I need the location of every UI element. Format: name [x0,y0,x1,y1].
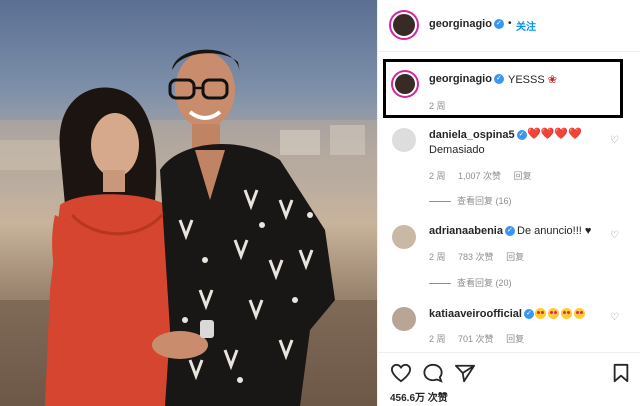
comment-avatar[interactable] [392,225,416,249]
photo-illustration [0,49,377,406]
comment-username[interactable]: adrianaabenia ✓ [429,225,515,237]
comment-meta: 2 周 783 次赞 回复 [429,250,534,263]
author-username-text[interactable]: georginagio [429,18,492,30]
comment-avatar[interactable] [392,307,416,331]
instagram-post-view: georginagio ✓ • 关注 georginagio ✓ YESSS ❀ 2… [0,0,640,406]
comment-like-heart-icon[interactable]: ♡ [610,135,619,146]
heart-eyes-emoji-icon [535,307,546,319]
comment-username-text[interactable]: adrianaabenia [429,225,503,237]
comment-username-text[interactable]: daniela_ospina5 [429,129,515,141]
comment-username[interactable]: daniela_ospina5 ✓ [429,129,527,141]
comment-text: Demasiado [429,144,485,156]
verified-icon: ✓ [516,130,527,141]
comment-reply-button[interactable]: 回复 [514,171,532,181]
comment-inline-emoji: ❤️❤️❤️❤️ [527,127,582,140]
comment-username[interactable]: katiaaveiroofficial ✓ [429,308,534,320]
comment-text: De anuncio!!! ♥ [517,225,592,237]
heart-eyes-emoji-icon [548,307,559,319]
comment-reply-button[interactable]: 回复 [506,252,524,262]
comment-like-heart-icon[interactable]: ♡ [610,312,619,323]
replies-divider [429,283,451,285]
rose-emoji-icon: ❀ [547,74,557,86]
caption-highlight-box [383,59,623,118]
caption-text: YESSS ❀ [508,73,557,86]
comment-username-text[interactable]: katiaaveiroofficial [429,308,522,320]
verified-icon: ✓ [504,226,515,237]
comment-icon[interactable] [422,363,444,383]
comment-likes[interactable]: 1,007 次赞 [458,171,501,181]
caption-avatar[interactable] [393,72,417,96]
caption-username-text[interactable]: georginagio [429,73,492,85]
view-replies-button[interactable]: 查看回复 (20) [429,276,512,289]
caption-text-value: YESSS [508,74,545,86]
post-like-count[interactable]: 456.6万 次赞 [390,389,448,404]
comment-avatar[interactable] [392,128,416,152]
replies-divider [429,201,451,203]
view-replies-label[interactable]: 查看回复 (16) [457,196,512,206]
share-icon[interactable] [454,363,476,383]
heart-eyes-emoji-icon [561,307,572,319]
author-username[interactable]: georginagio ✓ [429,18,504,30]
view-replies-button[interactable]: 查看回复 (16) [429,194,512,207]
post-photo[interactable] [0,0,377,406]
comment-likes[interactable]: 783 次赞 [458,252,494,262]
verified-icon: ✓ [493,19,504,30]
comment-time: 2 周 [429,252,446,262]
heart-eyes-emoji-icon [574,307,585,319]
comment-likes[interactable]: 701 次赞 [458,334,494,344]
comment-like-heart-icon[interactable]: ♡ [610,230,619,241]
follow-button[interactable]: 关注 [516,18,536,33]
red-heart-emoji-icon: ❤️❤️❤️❤️ [527,128,582,140]
caption-username[interactable]: georginagio ✓ [429,73,504,85]
heart-icon[interactable] [390,363,412,383]
view-replies-label[interactable]: 查看回复 (20) [457,278,512,288]
post-header: georginagio ✓ • 关注 [378,0,640,52]
comment-time: 2 周 [429,334,446,344]
comment-time: 2 周 [429,171,446,181]
comment-emoji-row [535,307,587,319]
comment-meta: 2 周 701 次赞 回复 [429,332,534,345]
caption-time: 2 周 [429,101,446,111]
verified-icon: ✓ [493,74,504,85]
post-side-panel: georginagio ✓ • 关注 georginagio ✓ YESSS ❀ 2… [377,0,640,406]
author-avatar[interactable] [391,12,417,38]
separator-dot: • [508,18,512,29]
comment-reply-button[interactable]: 回复 [506,334,524,344]
verified-icon: ✓ [523,309,534,320]
bookmark-icon[interactable] [612,363,630,383]
comment-meta: 2 周 1,007 次赞 回复 [429,169,542,182]
